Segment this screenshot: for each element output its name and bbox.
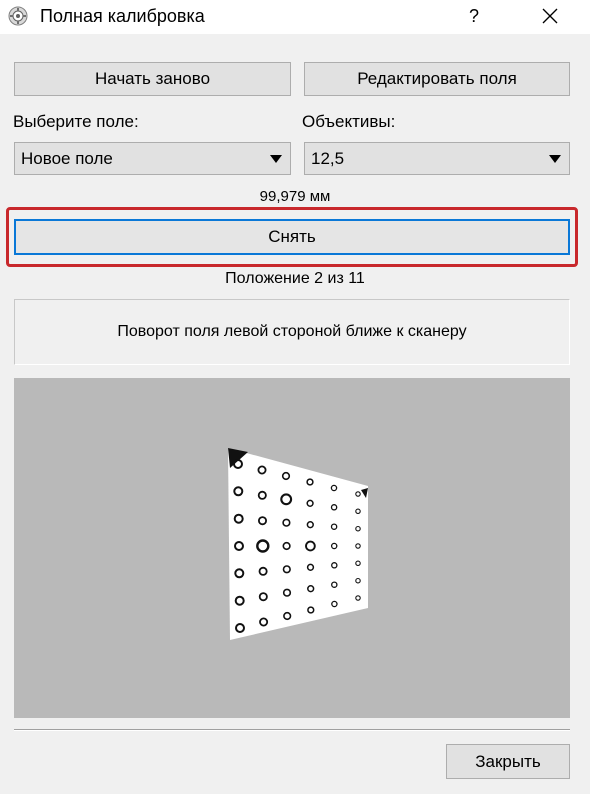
title-bar: Полная калибровка ? bbox=[0, 0, 590, 34]
lens-select-label: Объективы: bbox=[302, 112, 396, 131]
field-select[interactable]: Новое поле bbox=[14, 142, 291, 175]
lens-select-value: 12,5 bbox=[311, 148, 345, 168]
camera-preview bbox=[14, 378, 570, 718]
bottom-separator bbox=[14, 729, 570, 731]
calibration-plate bbox=[228, 448, 368, 640]
field-select-label: Выберите поле: bbox=[13, 112, 139, 131]
capture-button[interactable]: Снять bbox=[14, 219, 570, 255]
calibration-window: Полная калибровка ? Начать заново Редакт… bbox=[0, 0, 590, 794]
restart-button[interactable]: Начать заново bbox=[14, 62, 291, 96]
chevron-down-icon bbox=[270, 155, 282, 163]
field-select-value: Новое поле bbox=[21, 148, 113, 168]
edit-fields-button[interactable]: Редактировать поля bbox=[304, 62, 570, 96]
position-status: Положение 2 из 11 bbox=[225, 270, 365, 287]
calibration-pattern-image bbox=[228, 448, 368, 640]
lens-select[interactable]: 12,5 bbox=[304, 142, 570, 175]
help-button[interactable]: ? bbox=[454, 2, 494, 30]
instruction-text: Поворот поля левой стороной ближе к скан… bbox=[117, 323, 467, 340]
close-window-button[interactable] bbox=[530, 2, 570, 30]
close-button[interactable]: Закрыть bbox=[446, 744, 570, 779]
window-title: Полная калибровка bbox=[40, 6, 205, 26]
instruction-box: Поворот поля левой стороной ближе к скан… bbox=[14, 299, 570, 365]
app-icon bbox=[8, 6, 28, 26]
distance-readout: 99,979 мм bbox=[259, 188, 331, 205]
close-icon bbox=[542, 8, 558, 24]
chevron-down-icon bbox=[549, 155, 561, 163]
